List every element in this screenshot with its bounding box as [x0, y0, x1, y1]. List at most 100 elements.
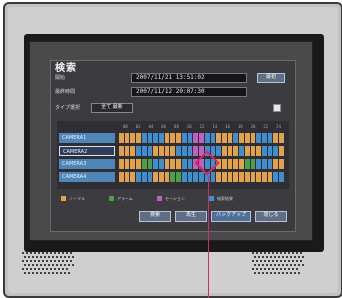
speaker-hole [284, 252, 286, 254]
speaker-hole [294, 264, 296, 266]
speaker-hole [262, 264, 264, 266]
speaker-hole [296, 252, 298, 254]
speaker-hole [268, 260, 270, 262]
speaker-hole [258, 272, 260, 274]
speaker-hole [30, 268, 32, 270]
search-button[interactable]: 検索 [139, 211, 171, 222]
speaker-hole [256, 260, 258, 262]
speaker-hole [292, 260, 294, 262]
speaker-hole [290, 256, 292, 258]
timeline-legend: ノーマル アラーム モーション 検索結果 [57, 195, 289, 203]
hour-tick-label: 10 [186, 124, 192, 129]
speaker-hole [300, 260, 302, 262]
close-button[interactable]: 閉じる [255, 211, 287, 222]
camera-row[interactable]: CAMERA1 [59, 133, 287, 144]
backup-button[interactable]: バックアップ [211, 211, 251, 222]
legend-swatch [209, 196, 214, 201]
speaker-hole [26, 260, 28, 262]
camera-name[interactable]: CAMERA3 [59, 159, 115, 169]
speaker-hole [56, 264, 58, 266]
timeline-cell[interactable] [279, 172, 285, 182]
speaker-hole [60, 272, 62, 274]
speaker-hole [274, 272, 276, 274]
speaker-hole [30, 260, 32, 262]
speaker-hole [48, 272, 50, 274]
hour-tick-label: 22 [263, 124, 269, 129]
speaker-hole [60, 264, 62, 266]
speaker-hole [276, 260, 278, 262]
speaker-hole [270, 256, 272, 258]
end-time-field[interactable]: 2007/11/12 20:07:30 [131, 87, 247, 97]
speaker-hole [44, 272, 46, 274]
speaker-hole [38, 260, 40, 262]
timeline-grid: 00 02 04 06 08 10 12 14 16 18 20 22 24 CAMERA1 CAMERA… [57, 121, 289, 189]
timeline-cells[interactable] [119, 172, 285, 182]
speaker-hole [52, 256, 54, 258]
speaker-hole [68, 264, 70, 266]
timeline-cell[interactable] [279, 133, 285, 143]
camera-name[interactable]: CAMERA2 [59, 146, 115, 156]
dvr-screen: 検索 開始 2007/11/21 13:51:02 最初 最終時間 2007/1… [29, 41, 313, 241]
speaker-hole [288, 260, 290, 262]
speaker-hole [44, 264, 46, 266]
speaker-hole [36, 264, 38, 266]
timeline-cells[interactable] [119, 133, 285, 143]
speaker-hole [40, 272, 42, 274]
speaker-hole [32, 264, 34, 266]
speaker-hole [264, 260, 266, 262]
record-type-select[interactable]: 全て 最新 [91, 103, 133, 113]
speaker-hole [28, 272, 30, 274]
speaker-hole [290, 264, 292, 266]
speaker-hole [38, 268, 40, 270]
camera-row[interactable]: CAMERA3 [59, 159, 287, 170]
hour-tick-label: 02 [135, 124, 141, 129]
hour-tick-label: 24 [276, 124, 281, 129]
timeline-cell[interactable] [279, 146, 285, 156]
speaker-hole [280, 252, 282, 254]
speaker-hole [64, 256, 66, 258]
speaker-hole [264, 252, 266, 254]
speaker-hole [34, 252, 36, 254]
speaker-hole [272, 268, 274, 270]
speaker-hole [272, 252, 274, 254]
speaker-hole [50, 252, 52, 254]
speaker-hole [54, 252, 56, 254]
speaker-hole [252, 260, 254, 262]
speaker-hole [38, 252, 40, 254]
speaker-hole [254, 264, 256, 266]
hour-tick-label: 08 [174, 124, 179, 129]
speaker-hole [262, 256, 264, 258]
start-time-field[interactable]: 2007/11/21 13:51:02 [131, 73, 247, 83]
legend-label: モーション [165, 196, 185, 201]
speaker-hole [24, 264, 26, 266]
speaker-hole [54, 268, 56, 270]
speaker-hole [264, 268, 266, 270]
speaker-hole [278, 264, 280, 266]
record-type-checkbox[interactable] [273, 104, 281, 112]
camera-name[interactable]: CAMERA1 [59, 133, 115, 143]
speaker-hole [58, 260, 60, 262]
speaker-hole [72, 264, 74, 266]
timeline-cell[interactable] [279, 159, 285, 169]
speaker-hole [274, 256, 276, 258]
speaker-hole [40, 256, 42, 258]
speaker-hole [292, 268, 294, 270]
hour-tick-label: 18 [237, 124, 243, 129]
camera-row[interactable]: CAMERA2 [59, 146, 287, 157]
speaker-hole [270, 264, 272, 266]
start-first-button[interactable]: 最初 [257, 73, 285, 83]
speaker-hole [296, 260, 298, 262]
speaker-hole [260, 268, 262, 270]
hour-tick-label: 00 [122, 124, 128, 129]
search-dialog: 検索 開始 2007/11/21 13:51:02 最初 最終時間 2007/1… [50, 60, 296, 232]
speaker-hole [302, 264, 304, 266]
speaker-hole [28, 264, 30, 266]
speaker-hole [48, 256, 50, 258]
camera-row[interactable]: CAMERA4 [59, 172, 287, 183]
speaker-hole [268, 252, 270, 254]
camera-name[interactable]: CAMERA4 [59, 172, 115, 182]
hour-tick-label: 06 [161, 124, 167, 129]
speaker-hole [292, 252, 294, 254]
speaker-hole [42, 260, 44, 262]
play-button[interactable]: 再生 [175, 211, 207, 222]
